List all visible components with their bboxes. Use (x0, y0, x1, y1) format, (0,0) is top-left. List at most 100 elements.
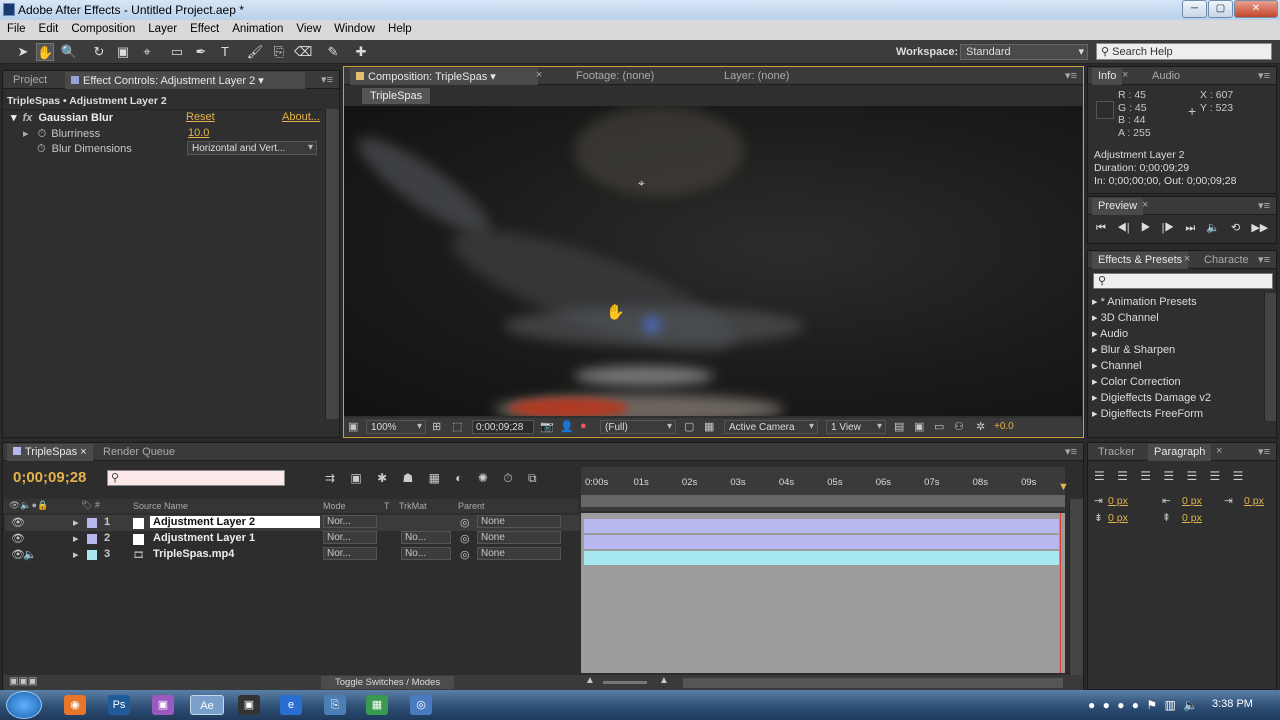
rotate-tool-icon[interactable]: ↻ (90, 43, 108, 61)
tab-paragraph[interactable]: Paragraph (1148, 444, 1212, 461)
align-left-icon[interactable]: ☰ (1094, 469, 1105, 483)
disclosure-triangle-icon[interactable]: ▸ (1092, 376, 1101, 388)
camera-select[interactable]: Active Camera (724, 420, 818, 434)
space-before-value[interactable]: 0 px (1108, 512, 1128, 524)
stopwatch-icon[interactable]: ⏱ (503, 471, 512, 485)
effects-list-item[interactable]: ▸ Digieffects Damage v2 (1092, 391, 1211, 404)
motion-blur-icon[interactable]: ◐ (455, 471, 462, 485)
pick-whip-icon[interactable]: ◎ (460, 516, 470, 529)
zoom-slider[interactable] (603, 681, 647, 684)
close-tab-icon[interactable]: × (1142, 199, 1148, 211)
justify-last-center-icon[interactable]: ☰ (1186, 469, 1197, 483)
pick-whip-icon[interactable]: ◎ (460, 532, 470, 545)
tab-effect-controls[interactable]: Effect Controls: Adjustment Layer 2 ▾ (65, 72, 305, 89)
menu-window[interactable]: Window (327, 20, 381, 35)
disclosure-triangle-icon[interactable]: ▸ (73, 532, 79, 545)
last-frame-icon[interactable]: ⏭ (1185, 222, 1195, 234)
menu-help[interactable]: Help (381, 20, 418, 35)
timeline-horizontal-scrollbar[interactable] (683, 678, 1063, 688)
layer-bar[interactable] (584, 519, 1059, 533)
disclosure-triangle-icon[interactable]: ▸ (73, 548, 79, 561)
tab-composition[interactable]: Composition: TripleSpas ▾ (350, 68, 538, 85)
firefox-icon[interactable]: ◉ (64, 695, 86, 715)
audio-icon[interactable]: 🔈 (23, 548, 37, 561)
effect-controls-scrollbar[interactable] (325, 109, 339, 419)
volume-icon[interactable]: 🔈 (1183, 698, 1198, 712)
layer-bar[interactable] (584, 535, 1059, 549)
brainstorm-icon[interactable]: ✺ (478, 471, 488, 485)
roto-brush-tool-icon[interactable]: ✎ (324, 43, 342, 61)
effects-list-item[interactable]: ▸ Color Correction (1092, 375, 1181, 388)
blur-dimensions-select[interactable]: Horizontal and Vert... (187, 141, 317, 155)
indent-right-value[interactable]: 0 px (1182, 495, 1202, 507)
hide-shy-icon[interactable]: ☗ (403, 471, 414, 485)
disclosure-triangle-icon[interactable]: ▸ (1092, 360, 1101, 372)
effects-list-item[interactable]: ▸ Channel (1092, 359, 1142, 372)
playhead-marker-icon[interactable]: ▼ (1058, 481, 1069, 493)
panel-menu-icon[interactable]: ▾≡ (1258, 69, 1270, 82)
tab-layer[interactable]: Layer: (none) (718, 68, 795, 85)
mask-icon[interactable]: ⬚ (452, 420, 462, 433)
tab-footage[interactable]: Footage: (none) (570, 68, 660, 85)
time-ruler[interactable]: 0:00s 01s 02s 03s 04s 05s 06s 07s 08s 09s (581, 467, 1065, 511)
menu-edit[interactable]: Edit (32, 20, 65, 35)
effects-scrollbar[interactable] (1264, 293, 1276, 421)
align-right-icon[interactable]: ☰ (1140, 469, 1151, 483)
table-row[interactable]: 👁 ▸ 2 Adjustment Layer 1 Nor... No... ◎ None (5, 531, 580, 547)
effects-list-item[interactable]: ▸ Audio (1092, 327, 1128, 340)
panel-menu-icon[interactable]: ▾≡ (321, 73, 333, 86)
playhead-line[interactable] (1060, 513, 1061, 673)
close-tab-icon[interactable]: × (1216, 445, 1222, 457)
camera-tool-icon[interactable]: ▣ (114, 43, 132, 61)
tab-tracker[interactable]: Tracker (1092, 444, 1141, 461)
close-tab-icon[interactable]: × (536, 69, 542, 81)
toggle-switches-button[interactable]: Toggle Switches / Modes (321, 676, 455, 689)
next-frame-icon[interactable]: |▶ (1162, 222, 1175, 234)
tab-effects-presets[interactable]: Effects & Presets (1092, 252, 1189, 269)
maximize-button[interactable]: ▢ (1208, 0, 1233, 18)
eraser-tool-icon[interactable]: ⌫ (294, 43, 312, 61)
align-center-icon[interactable]: ☰ (1117, 469, 1128, 483)
tab-render-queue[interactable]: Render Queue (97, 444, 181, 461)
flag-icon[interactable]: ⚑ (1146, 698, 1157, 712)
timeline-search-input[interactable]: ⚲ (107, 470, 285, 486)
pan-behind-tool-icon[interactable]: ⌖ (138, 43, 156, 61)
menu-layer[interactable]: Layer (141, 20, 183, 35)
pen-tool-icon[interactable]: ✒ (192, 43, 210, 61)
exposure-reset-icon[interactable]: ✲ (976, 420, 985, 433)
stopwatch-icon[interactable]: ⏱ (37, 143, 46, 155)
fast-previews-icon[interactable]: ▣ (914, 420, 924, 433)
effects-list-item[interactable]: ▸ * Animation Presets (1092, 295, 1197, 308)
ie-icon[interactable]: e (280, 695, 302, 715)
mode-select[interactable]: Nor... (323, 515, 377, 528)
column-mode[interactable]: Mode (323, 501, 346, 511)
zoom-out-icon[interactable]: ▲ (585, 675, 595, 686)
color-channel-icon[interactable]: ● (580, 420, 587, 432)
mode-select[interactable]: Nor... (323, 531, 377, 544)
network-icon[interactable]: ▥ (1164, 698, 1175, 712)
minimize-button[interactable]: ─ (1182, 0, 1207, 18)
disclosure-triangle-icon[interactable]: ▾ (11, 112, 17, 124)
tray-app-icon[interactable]: ● (1117, 698, 1124, 712)
trkmat-select[interactable]: No... (401, 531, 451, 544)
layer-name[interactable]: Adjustment Layer 2 (150, 516, 320, 528)
zoom-tool-icon[interactable]: 🔍 (60, 43, 78, 61)
menu-effect[interactable]: Effect (183, 20, 225, 35)
panel-menu-icon[interactable]: ▾≡ (1065, 69, 1077, 82)
track-area[interactable] (581, 513, 1065, 673)
panel-menu-icon[interactable]: ▾≡ (1258, 199, 1270, 212)
menu-composition[interactable]: Composition (64, 20, 141, 35)
transparency-grid-icon[interactable]: ▦ (704, 420, 714, 433)
tab-info[interactable]: Info (1092, 68, 1123, 85)
ram-preview-icon[interactable]: ▶▶ (1251, 222, 1268, 234)
column-trkmat[interactable]: TrkMat (399, 501, 427, 511)
audio-icon[interactable]: 🔈 (1206, 222, 1220, 234)
justify-last-right-icon[interactable]: ☰ (1210, 469, 1221, 483)
selection-tool-icon[interactable]: ➤ (14, 43, 32, 61)
disclosure-triangle-icon[interactable]: ▸ (73, 516, 79, 529)
column-parent[interactable]: Parent (458, 501, 485, 511)
comp-mini-flowchart-icon[interactable]: ⇉ (325, 471, 335, 485)
indent-left-value[interactable]: 0 px (1108, 495, 1128, 507)
effects-list-item[interactable]: ▸ 3D Channel (1092, 311, 1159, 324)
photoshop-icon[interactable]: Ps (108, 695, 130, 715)
